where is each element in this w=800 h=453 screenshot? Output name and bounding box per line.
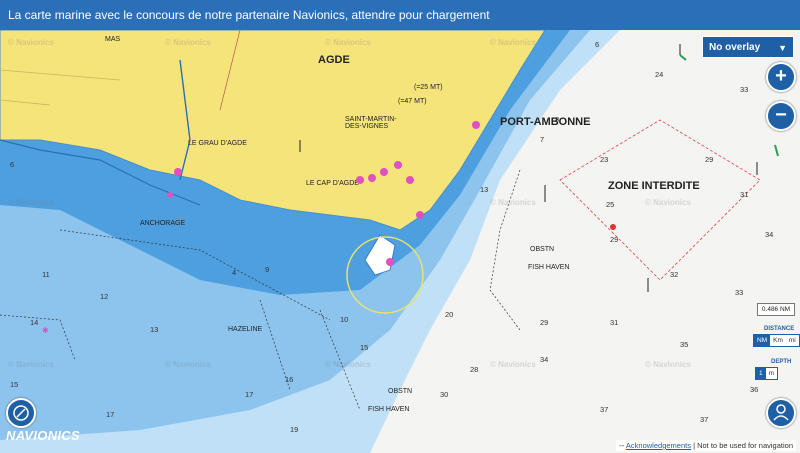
depth-label: DEPTH — [771, 359, 792, 365]
navionics-menu-button[interactable] — [6, 398, 36, 428]
chevron-down-icon: ▼ — [778, 43, 787, 53]
svg-text:✱: ✱ — [42, 326, 49, 335]
user-icon — [773, 404, 789, 421]
user-profile-button[interactable] — [766, 398, 796, 428]
distance-unit-mi[interactable]: mi — [786, 335, 799, 346]
overlay-dropdown[interactable]: No overlay ▼ — [702, 36, 794, 58]
compass-icon — [13, 405, 29, 421]
acknowledgements-link[interactable]: Acknowledgements — [626, 441, 691, 450]
distance-unit-nm[interactable]: NM — [754, 335, 771, 346]
scale-indicator: 0.486 NM — [757, 303, 795, 316]
depth-unit-value[interactable]: 1 — [756, 368, 766, 379]
navigation-disclaimer: | Not to be used for navigation — [693, 441, 793, 450]
chart-markers: ✱ — [42, 44, 779, 335]
depth-unit-selector[interactable]: 1 m — [755, 367, 779, 380]
zoom-in-button[interactable]: + — [766, 62, 796, 92]
distance-label: DISTANCE — [764, 326, 795, 332]
zoom-out-button[interactable]: − — [766, 101, 796, 131]
distance-unit-selector[interactable]: NM Km mi — [753, 334, 800, 347]
acknowledgements-bar: -- Acknowledgements | Not to be used for… — [616, 440, 796, 451]
ack-prefix: -- — [619, 441, 625, 450]
navionics-logo: NAVIONICS — [6, 428, 80, 443]
distance-unit-km[interactable]: Km — [770, 335, 786, 346]
depth-unit-m[interactable]: m — [766, 368, 777, 379]
overlay-dropdown-label: No overlay — [709, 42, 761, 53]
nautical-chart[interactable]: AGDE PORT-AMBONNE ZONE INTERDITE LE GRAU… — [0, 30, 800, 453]
loading-banner: La carte marine avec le concours de notr… — [0, 0, 800, 30]
